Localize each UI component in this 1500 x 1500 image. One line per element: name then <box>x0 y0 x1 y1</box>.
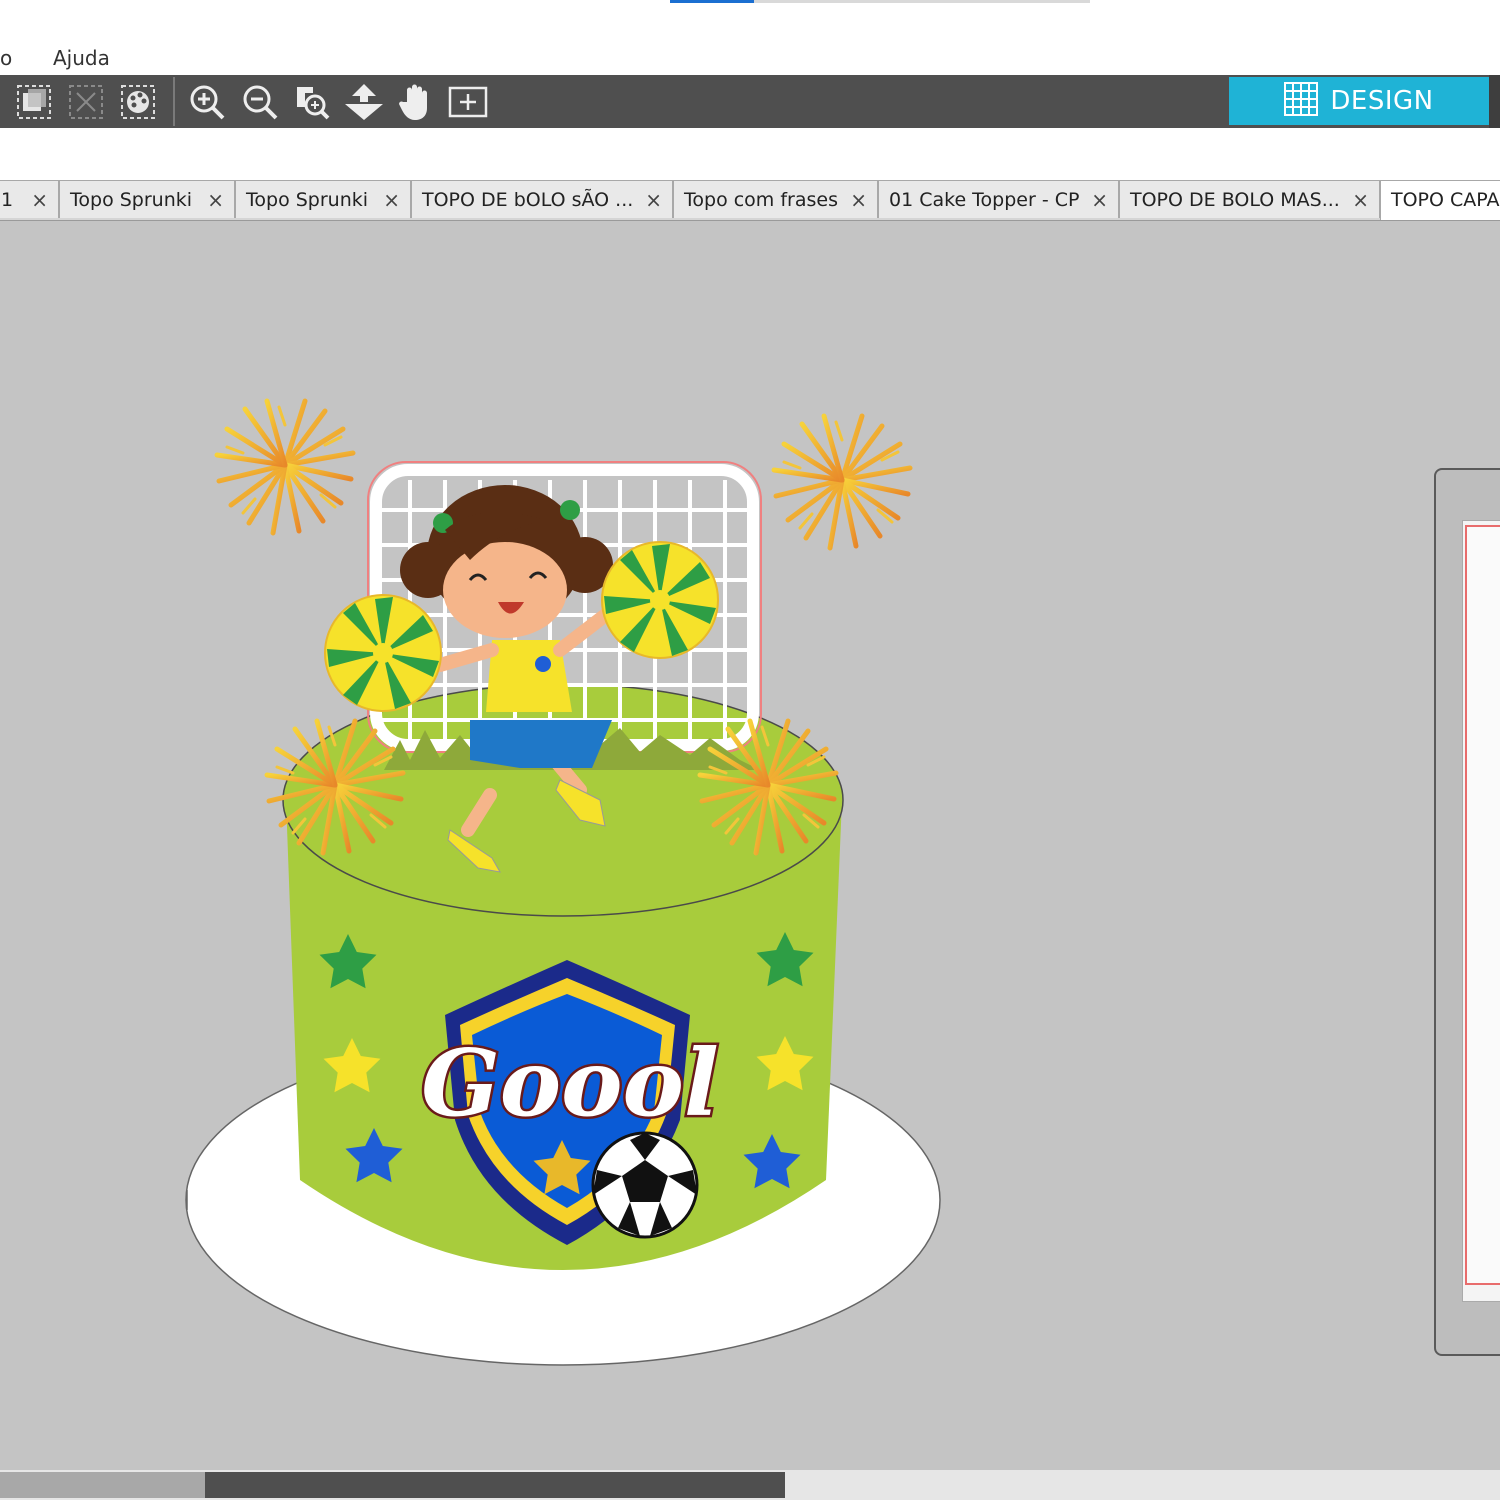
mat-preview <box>1462 520 1500 1302</box>
firework-top-right <box>774 412 910 548</box>
document-tab[interactable]: Topo com frases × <box>673 180 878 218</box>
group-select-icon[interactable] <box>12 81 56 123</box>
close-icon[interactable]: × <box>31 188 48 212</box>
secondary-toolbar-area <box>0 128 1500 180</box>
toolbar-separator <box>173 77 175 126</box>
hand-pan-icon[interactable] <box>394 81 438 123</box>
close-icon[interactable]: × <box>1091 188 1108 212</box>
mat-preview-panel[interactable] <box>1434 468 1500 1356</box>
tab-label: Topo com frases <box>684 189 838 211</box>
deselect-icon[interactable] <box>64 81 108 123</box>
top-progress-track <box>754 0 1090 3</box>
tab-label: 01 Cake Topper - CP <box>889 189 1080 211</box>
tab-label: 1 <box>1 189 14 211</box>
pompom-right <box>601 541 719 659</box>
scroll-thumb[interactable] <box>205 1472 785 1498</box>
document-tab[interactable]: TOPO DE bOLO sÃO ... × <box>411 180 673 218</box>
tab-label: TOPO DE BOLO MAS... <box>1130 189 1340 211</box>
close-icon[interactable]: × <box>850 188 867 212</box>
cake-artwork[interactable]: Goool <box>0 221 1500 1470</box>
zoom-selection-icon[interactable] <box>290 81 334 123</box>
menu-bar: o Ajuda <box>0 40 1500 75</box>
soccer-ball <box>591 1131 699 1239</box>
document-tab-active[interactable]: TOPO CAPA <box>1380 180 1500 220</box>
design-canvas[interactable]: Goool <box>0 221 1500 1470</box>
close-icon[interactable]: × <box>383 188 400 212</box>
pan-down-arrow-icon[interactable] <box>342 81 386 123</box>
menu-item-partial[interactable]: o <box>0 46 12 70</box>
document-tabs: 1 × Topo Sprunki × Topo Sprunki × TOPO D… <box>0 180 1500 221</box>
document-tab[interactable]: 01 Cake Topper - CP × <box>878 180 1119 218</box>
toolbar-edge <box>1489 75 1500 128</box>
close-icon[interactable]: × <box>645 188 662 212</box>
tab-label: Topo Sprunki <box>246 189 369 211</box>
top-progress-indicator <box>670 0 754 3</box>
close-icon[interactable]: × <box>207 188 224 212</box>
design-label: DESIGN <box>1330 86 1434 116</box>
fit-to-page-icon[interactable] <box>446 81 490 123</box>
grid-icon <box>1284 82 1319 120</box>
firework-top-left <box>217 397 353 533</box>
document-tab[interactable]: Topo Sprunki × <box>59 180 235 218</box>
tab-label: TOPO DE bOLO sÃO ... <box>422 189 634 211</box>
menu-item-ajuda[interactable]: Ajuda <box>53 46 110 70</box>
close-icon[interactable]: × <box>1352 188 1369 212</box>
cutting-mat <box>1465 525 1500 1285</box>
document-tab[interactable]: Topo Sprunki × <box>235 180 411 218</box>
pompom-left <box>324 594 442 712</box>
document-tab[interactable]: 1 × <box>0 180 59 218</box>
zoom-in-icon[interactable] <box>185 81 229 123</box>
zoom-out-icon[interactable] <box>238 81 282 123</box>
select-by-color-icon[interactable] <box>116 81 160 123</box>
scroll-track <box>0 1472 205 1498</box>
document-tab[interactable]: TOPO DE BOLO MAS... × <box>1119 180 1380 218</box>
toolbar: DESIGN <box>0 75 1500 128</box>
design-button[interactable]: DESIGN <box>1229 77 1489 125</box>
tab-label: Topo Sprunki <box>70 189 193 211</box>
horizontal-scrollbar[interactable] <box>0 1470 1500 1500</box>
window-top-strip <box>0 0 1500 40</box>
goool-text: Goool <box>421 1029 719 1137</box>
tab-label: TOPO CAPA <box>1391 189 1500 211</box>
